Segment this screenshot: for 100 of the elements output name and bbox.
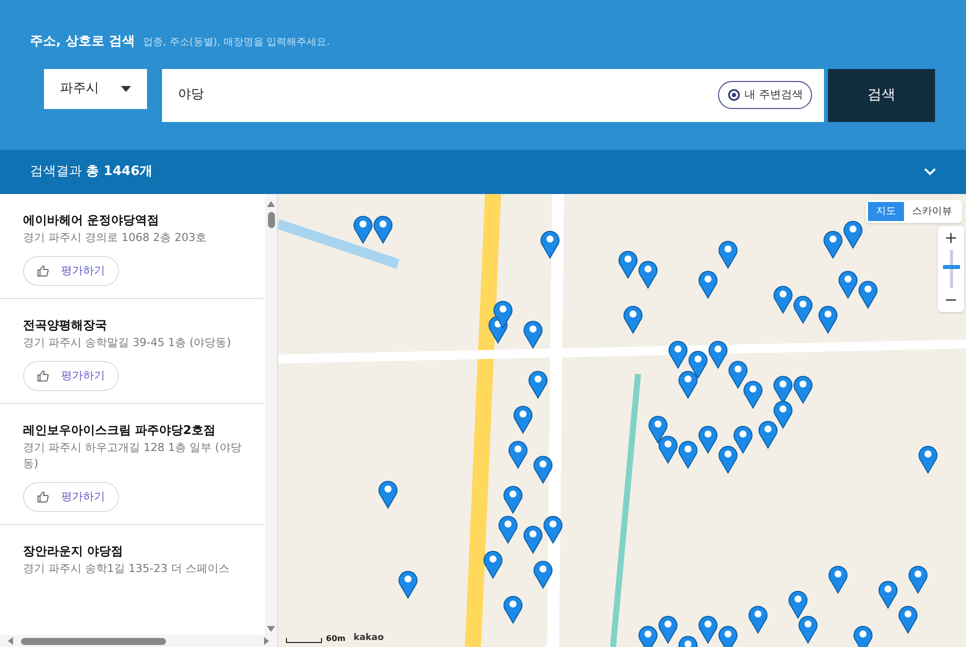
map-pin-icon[interactable]: [793, 374, 813, 404]
store-name[interactable]: 에이바헤어 운정야당역점: [23, 212, 255, 228]
map-pin-icon[interactable]: [533, 454, 553, 484]
map-pin-icon[interactable]: [748, 604, 768, 634]
map-pin-icon[interactable]: [638, 259, 658, 289]
rate-button[interactable]: 평가하기: [23, 482, 119, 512]
map-pin-icon[interactable]: [698, 614, 718, 644]
map-pin-icon[interactable]: [493, 299, 513, 329]
map-pin-icon[interactable]: [773, 374, 793, 404]
map-pin-icon[interactable]: [623, 304, 643, 334]
map-pin-icon[interactable]: [638, 624, 658, 647]
map-pin-icon[interactable]: [773, 284, 793, 314]
location-target-icon: [726, 88, 740, 102]
search-input-field[interactable]: 야당 내 주변검색: [162, 68, 824, 122]
store-address: 경기 파주시 송학말길 39-45 1층 (야당동): [23, 335, 232, 351]
map-pin-icon[interactable]: [788, 589, 808, 619]
map-pin-icon[interactable]: [743, 379, 763, 409]
map-pin-icon[interactable]: [908, 564, 928, 594]
scroll-right-arrow-icon[interactable]: [264, 637, 269, 645]
map-pin-icon[interactable]: [398, 569, 418, 599]
map-pin-icon[interactable]: [668, 339, 688, 369]
zoom-slider-thumb[interactable]: [942, 265, 960, 270]
map-pin-icon[interactable]: [728, 359, 748, 389]
map-pin-icon[interactable]: [378, 479, 398, 509]
map-pin-icon[interactable]: [698, 269, 718, 299]
store-address: 경기 파주시 하우고개길 128 1층 일부 (야당동): [23, 440, 242, 472]
map-pin-icon[interactable]: [483, 549, 503, 579]
vertical-scrollbar[interactable]: [265, 194, 277, 635]
map-pin-icon[interactable]: [353, 214, 373, 244]
map-pin-icon[interactable]: [718, 624, 738, 647]
map-pin-icon[interactable]: [818, 304, 838, 334]
map-pin-icon[interactable]: [918, 444, 938, 474]
map-pin-icon[interactable]: [828, 564, 848, 594]
map-pin-icon[interactable]: [758, 419, 778, 449]
store-name[interactable]: 전곡양평해장국: [23, 317, 255, 333]
map-pin-icon[interactable]: [718, 239, 738, 269]
scroll-left-arrow-icon[interactable]: [8, 637, 13, 645]
map-pin-icon[interactable]: [733, 424, 753, 454]
map-pin-icon[interactable]: [648, 414, 668, 444]
results-count: 총 1446개: [86, 163, 153, 182]
map-pin-icon[interactable]: [503, 594, 523, 624]
scale-bar: [286, 638, 322, 643]
map-pin-icon[interactable]: [513, 404, 533, 434]
thumbs-up-icon: [37, 491, 49, 503]
map-pin-icon[interactable]: [853, 624, 873, 647]
map-pin-icon[interactable]: [678, 369, 698, 399]
map-pin-icon[interactable]: [798, 614, 818, 644]
store-name[interactable]: 레인보우아이스크림 파주야당2호점: [23, 422, 255, 438]
zoom-slider-track[interactable]: [942, 250, 960, 288]
map-pin-icon[interactable]: [373, 214, 393, 244]
chevron-icon[interactable]: [924, 168, 936, 176]
map-pin-icon[interactable]: [543, 514, 563, 544]
scroll-down-arrow-icon[interactable]: [267, 626, 275, 632]
search-hint: 업종, 주소(동별), 매장명을 입력해주세요.: [143, 36, 330, 50]
map-pin-icon[interactable]: [843, 219, 863, 249]
search-title: 주소, 상호로 검색: [30, 33, 135, 51]
rate-button[interactable]: 평가하기: [23, 256, 119, 286]
map-pin-icon[interactable]: [793, 294, 813, 324]
store-address: 경기 파주시 송학1길 135-23 더 스페이스: [23, 561, 230, 577]
thumbs-up-icon: [37, 265, 49, 277]
map-pin-icon[interactable]: [698, 424, 718, 454]
map-pin-icon[interactable]: [708, 339, 728, 369]
scale-label: 60m: [326, 635, 346, 643]
map-pin-icon[interactable]: [503, 484, 523, 514]
map-pin-icon[interactable]: [508, 439, 528, 469]
map-pin-icon[interactable]: [618, 249, 638, 279]
map-pin-icon[interactable]: [718, 444, 738, 474]
map-pin-icon[interactable]: [528, 369, 548, 399]
map-pin-icon[interactable]: [678, 439, 698, 469]
map-brand-text: kakao: [353, 634, 384, 643]
map-pin-icon[interactable]: [523, 524, 543, 554]
map-placeholder[interactable]: 지도 스카이뷰 + − 60m kakao: [278, 194, 966, 647]
map-pin-icon[interactable]: [540, 229, 560, 259]
zoom-out-button[interactable]: −: [938, 288, 964, 312]
map-pin-icon[interactable]: [838, 269, 858, 299]
store-name[interactable]: 장안라운지 야당점: [23, 543, 255, 559]
map-pin-icon[interactable]: [823, 229, 843, 259]
map-pin-icon[interactable]: [498, 514, 518, 544]
nearby-search-button[interactable]: 내 주변검색: [718, 81, 812, 109]
map-pin-icon[interactable]: [523, 319, 543, 349]
scroll-up-arrow-icon[interactable]: [267, 201, 275, 207]
map-pin-icon[interactable]: [898, 604, 918, 634]
store-address: 경기 파주시 경의로 1068 2층 203호: [23, 230, 208, 246]
map-pin-icon[interactable]: [688, 349, 708, 379]
map-pin-icon[interactable]: [533, 559, 553, 589]
scroll-thumb[interactable]: [268, 212, 274, 228]
map-pin-icon[interactable]: [878, 579, 898, 609]
caret-icon: [121, 86, 131, 92]
results-label: 검색결과: [30, 163, 82, 182]
scroll-thumb[interactable]: [21, 638, 166, 644]
region-dropdown[interactable]: 파주시: [44, 68, 147, 108]
results-bar[interactable]: 검색결과 총 1446개: [0, 150, 966, 194]
horizontal-scrollbar[interactable]: [0, 635, 277, 647]
map-pin-icon[interactable]: [658, 614, 678, 644]
zoom-in-button[interactable]: +: [938, 226, 964, 250]
map-pin-icon[interactable]: [773, 399, 793, 429]
rate-button[interactable]: 평가하기: [23, 361, 119, 391]
map-pin-icon[interactable]: [658, 434, 678, 464]
map-pin-icon[interactable]: [858, 279, 878, 309]
search-button[interactable]: 검색: [828, 68, 935, 122]
